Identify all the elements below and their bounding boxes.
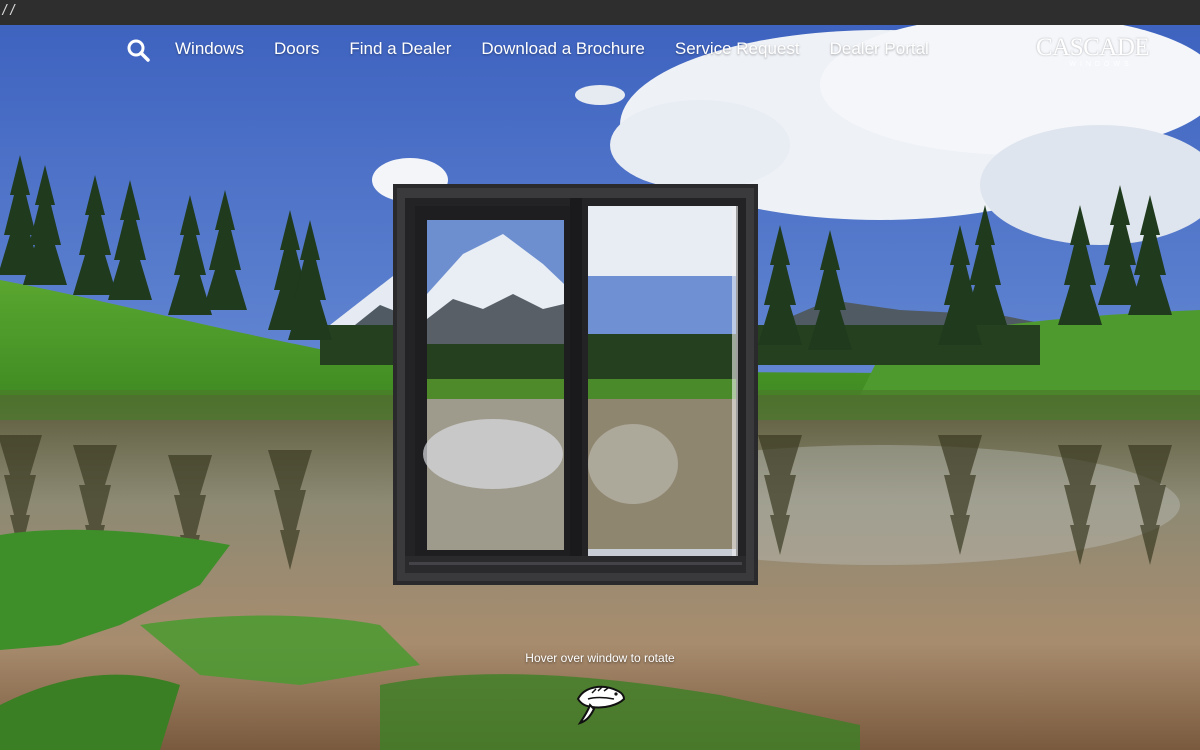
nav-link-service-request[interactable]: Service Request [675, 39, 800, 59]
rotating-window-product[interactable] [393, 184, 758, 585]
logo-main-text: CASCADE [1036, 34, 1150, 61]
nav-link-find-a-dealer[interactable]: Find a Dealer [349, 39, 451, 59]
search-icon[interactable] [126, 38, 150, 62]
nav-links: Windows Doors Find a Dealer Download a B… [175, 39, 959, 59]
nav-link-download-brochure[interactable]: Download a Brochure [481, 39, 644, 59]
salmon-icon[interactable] [574, 677, 626, 725]
nav-link-doors[interactable]: Doors [274, 39, 319, 59]
nav-link-dealer-portal[interactable]: Dealer Portal [830, 39, 929, 59]
cascade-logo[interactable]: CASCADE WINDOWS [1036, 34, 1150, 70]
browser-top-strip: // [0, 0, 1200, 25]
rotate-hint: Hover over window to rotate [525, 651, 675, 665]
logo-sub-text: WINDOWS [1069, 61, 1133, 68]
nav-link-windows[interactable]: Windows [175, 39, 244, 59]
main-navigation: Windows Doors Find a Dealer Download a B… [0, 25, 1200, 75]
